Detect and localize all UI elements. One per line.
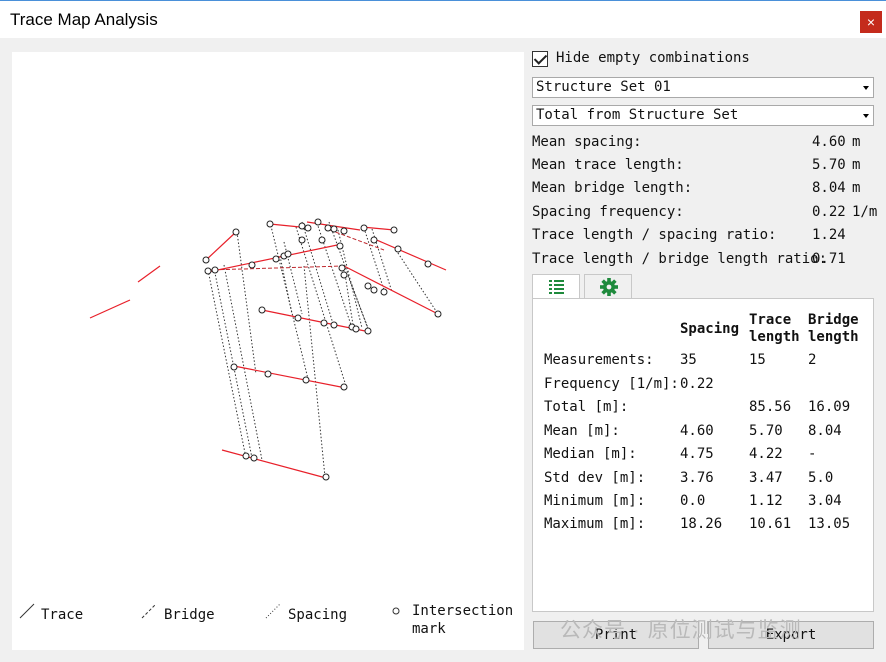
cell-trace-length: 3.47 xyxy=(749,470,783,486)
spacing-lines xyxy=(207,221,439,478)
stat-value: 0.71 xyxy=(812,251,846,267)
cell-bridge-length: 3.04 xyxy=(808,493,842,509)
cell-bridge-length: 13.05 xyxy=(808,516,851,532)
stat-value: 8.04 xyxy=(812,180,846,196)
legend-spacing-label: Spacing xyxy=(288,607,348,623)
hide-empty-label: Hide empty combinations xyxy=(556,50,750,66)
row-label: Minimum [m]: xyxy=(544,493,646,509)
legend-bridge-symbol xyxy=(141,603,157,619)
stat-value: 1.24 xyxy=(812,227,846,243)
trace-map-plot xyxy=(89,218,447,481)
close-button[interactable]: × xyxy=(860,11,882,33)
structure-set-value: Structure Set 01 xyxy=(536,79,671,95)
cell-spacing: 0.22 xyxy=(680,376,714,392)
stat-label: Mean spacing: xyxy=(532,134,642,150)
bridge-lines xyxy=(207,229,385,271)
gear-icon xyxy=(600,278,618,296)
row-label: Std dev [m]: xyxy=(544,470,646,486)
stat-label: Mean trace length: xyxy=(532,157,684,173)
cell-bridge-length: 16.09 xyxy=(808,399,851,415)
table-icon xyxy=(549,280,564,294)
stat-unit: 1/m xyxy=(852,204,878,220)
column-header-bridge-length: Bridge length xyxy=(808,312,859,345)
tab-table[interactable] xyxy=(532,274,580,300)
cell-trace-length: 10.61 xyxy=(749,516,792,532)
legend-bridge-label: Bridge xyxy=(164,607,215,623)
cell-bridge-length: 8.04 xyxy=(808,423,842,439)
legend-intersection-label: Intersection xyxy=(412,603,514,619)
structure-set-dropdown[interactable]: Structure Set 01 xyxy=(532,77,874,98)
stat-label: Spacing frequency: xyxy=(532,204,684,220)
trace-lines xyxy=(89,221,447,479)
stat-label: Trace length / spacing ratio: xyxy=(532,227,777,243)
column-header-spacing: Spacing xyxy=(680,321,740,337)
cell-spacing: 35 xyxy=(680,352,697,368)
legend-trace-label: Trace xyxy=(41,607,84,623)
cell-bridge-length: 2 xyxy=(808,352,817,368)
cell-spacing: 0.0 xyxy=(680,493,706,509)
legend-intersection-label-2: mark xyxy=(412,621,446,637)
row-label: Measurements: xyxy=(544,352,654,368)
column-header-trace-length: Trace length xyxy=(749,312,800,345)
stat-unit: m xyxy=(852,157,861,173)
cell-trace-length: 1.12 xyxy=(749,493,783,509)
stat-label: Trace length / bridge length ratio: xyxy=(532,251,828,267)
cell-spacing: 4.60 xyxy=(680,423,714,439)
cell-spacing: 4.75 xyxy=(680,446,714,462)
stat-mean-bridge-length: Mean bridge length: 8.04 m xyxy=(532,180,876,202)
window-title: Trace Map Analysis xyxy=(10,10,158,29)
statistics-table: Spacing Trace length Bridge length Measu… xyxy=(532,298,874,612)
tab-settings[interactable] xyxy=(584,274,632,298)
title-bar: Trace Map Analysis × xyxy=(0,0,886,38)
row-label: Mean [m]: xyxy=(544,423,620,439)
stat-value: 0.22 xyxy=(812,204,846,220)
stat-mean-spacing: Mean spacing: 4.60 m xyxy=(532,134,876,156)
stat-value: 4.60 xyxy=(812,134,846,150)
hide-empty-checkbox[interactable] xyxy=(532,51,548,67)
cell-trace-length: 4.22 xyxy=(749,446,783,462)
stat-trace-spacing-ratio: Trace length / spacing ratio: 1.24 xyxy=(532,227,876,249)
stat-unit: m xyxy=(852,180,861,196)
cell-bridge-length: - xyxy=(808,446,817,462)
stat-label: Mean bridge length: xyxy=(532,180,693,196)
cell-trace-length: 85.56 xyxy=(749,399,792,415)
cell-spacing: 3.76 xyxy=(680,470,714,486)
stat-value: 5.70 xyxy=(812,157,846,173)
legend: Trace Bridge Spacing Intersection mark xyxy=(12,600,524,650)
stat-unit: m xyxy=(852,134,861,150)
chevron-down-icon xyxy=(863,86,869,90)
stat-trace-bridge-ratio: Trace length / bridge length ratio: 0.71 xyxy=(532,251,876,273)
intersection-marks xyxy=(202,218,442,481)
scope-value: Total from Structure Set xyxy=(536,107,739,123)
row-label: Total [m]: xyxy=(544,399,629,415)
watermark: 公众号 · 原位测试与监测 xyxy=(560,619,802,642)
cell-bridge-length: 5.0 xyxy=(808,470,834,486)
scope-dropdown[interactable]: Total from Structure Set xyxy=(532,105,874,126)
legend-intersection-symbol xyxy=(392,607,400,615)
row-label: Maximum [m]: xyxy=(544,516,646,532)
stat-mean-trace-length: Mean trace length: 5.70 m xyxy=(532,157,876,179)
cell-spacing: 18.26 xyxy=(680,516,723,532)
row-label: Frequency [1/m]: xyxy=(544,376,679,392)
chevron-down-icon xyxy=(863,114,869,118)
cell-trace-length: 5.70 xyxy=(749,423,783,439)
trace-map-canvas[interactable]: Trace Bridge Spacing Intersection mark xyxy=(12,52,524,650)
legend-spacing-symbol xyxy=(265,603,281,619)
legend-trace-symbol xyxy=(19,603,35,619)
row-label: Median [m]: xyxy=(544,446,637,462)
stat-spacing-frequency: Spacing frequency: 0.22 1/m xyxy=(532,204,878,226)
cell-trace-length: 15 xyxy=(749,352,766,368)
